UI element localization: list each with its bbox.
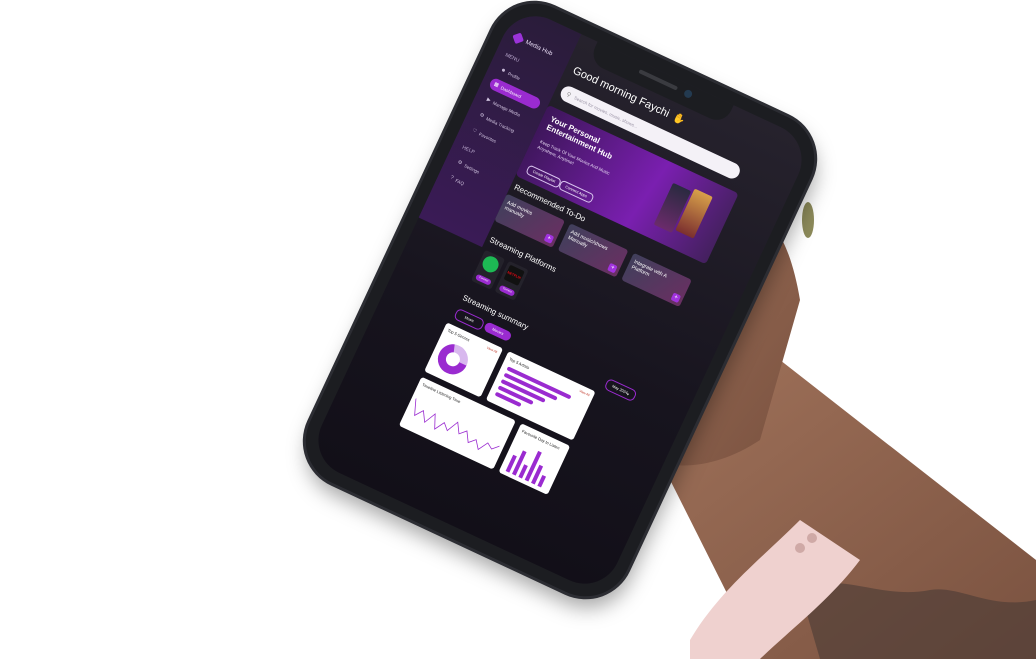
sidebar-item-label: Favorites	[478, 131, 498, 144]
logo-icon	[512, 32, 524, 45]
gear-icon: ⚙	[456, 159, 464, 167]
spotify-icon	[479, 253, 502, 275]
app-name: Media Hub	[524, 39, 554, 57]
todo-label: Add music/shows Manually	[566, 229, 609, 252]
panel-title: Top 5 Genres	[446, 327, 471, 343]
period-value: May 2024	[611, 384, 629, 395]
heart-icon: ♡	[471, 127, 478, 135]
chevron-down-icon: ▾	[626, 391, 630, 397]
toggle-movies[interactable]: Movies	[482, 321, 513, 343]
todo-label: Add movies manually	[503, 199, 534, 220]
app-logo[interactable]: Media Hub	[512, 32, 554, 58]
sidebar-item-label: Settings	[463, 162, 481, 175]
front-camera	[682, 88, 694, 100]
media-icon: ▶	[485, 96, 492, 104]
sidebar-item-label: Media Tracking	[485, 115, 516, 134]
netflix-icon: NETFLIX	[503, 264, 525, 286]
speaker	[638, 69, 679, 91]
todo-card[interactable]: Add music/shows Manually +	[557, 223, 629, 278]
view-all-link[interactable]: View All	[486, 346, 498, 354]
connect-button[interactable]: Connect	[474, 273, 492, 286]
connect-apps-button[interactable]: Connect Apps	[557, 179, 595, 204]
plus-icon[interactable]: +	[543, 233, 555, 244]
dashboard-icon: ▦	[492, 81, 500, 89]
create-playlist-button[interactable]: Create Playlist	[525, 164, 563, 189]
connect-button[interactable]: Connect	[498, 284, 516, 297]
search-icon: ⚲	[565, 91, 572, 99]
plus-icon[interactable]: +	[670, 292, 682, 304]
period-select[interactable]: May 2024 ▾	[603, 377, 638, 403]
plus-icon[interactable]: +	[607, 262, 618, 274]
todo-label: Integrate with A Platform	[630, 259, 668, 280]
sidebar-item-label: FAQ	[454, 177, 466, 186]
sidebar-item-label: Profile	[507, 70, 522, 81]
question-icon: ?	[449, 174, 455, 182]
help-label: HELP	[461, 144, 476, 156]
sidebar-item-label: Manage Media	[492, 99, 522, 118]
donut-chart	[437, 344, 468, 375]
menu-label: MENU	[504, 52, 521, 64]
sidebar-item-label: Dashboard	[500, 84, 523, 99]
tracking-icon: ⚙	[478, 112, 486, 120]
wave-hand-icon: ✋	[670, 112, 687, 128]
todo-card[interactable]: Integrate with A Platform +	[621, 252, 692, 308]
view-all-link[interactable]: View All	[579, 389, 591, 397]
person-icon: ☻	[499, 66, 507, 75]
